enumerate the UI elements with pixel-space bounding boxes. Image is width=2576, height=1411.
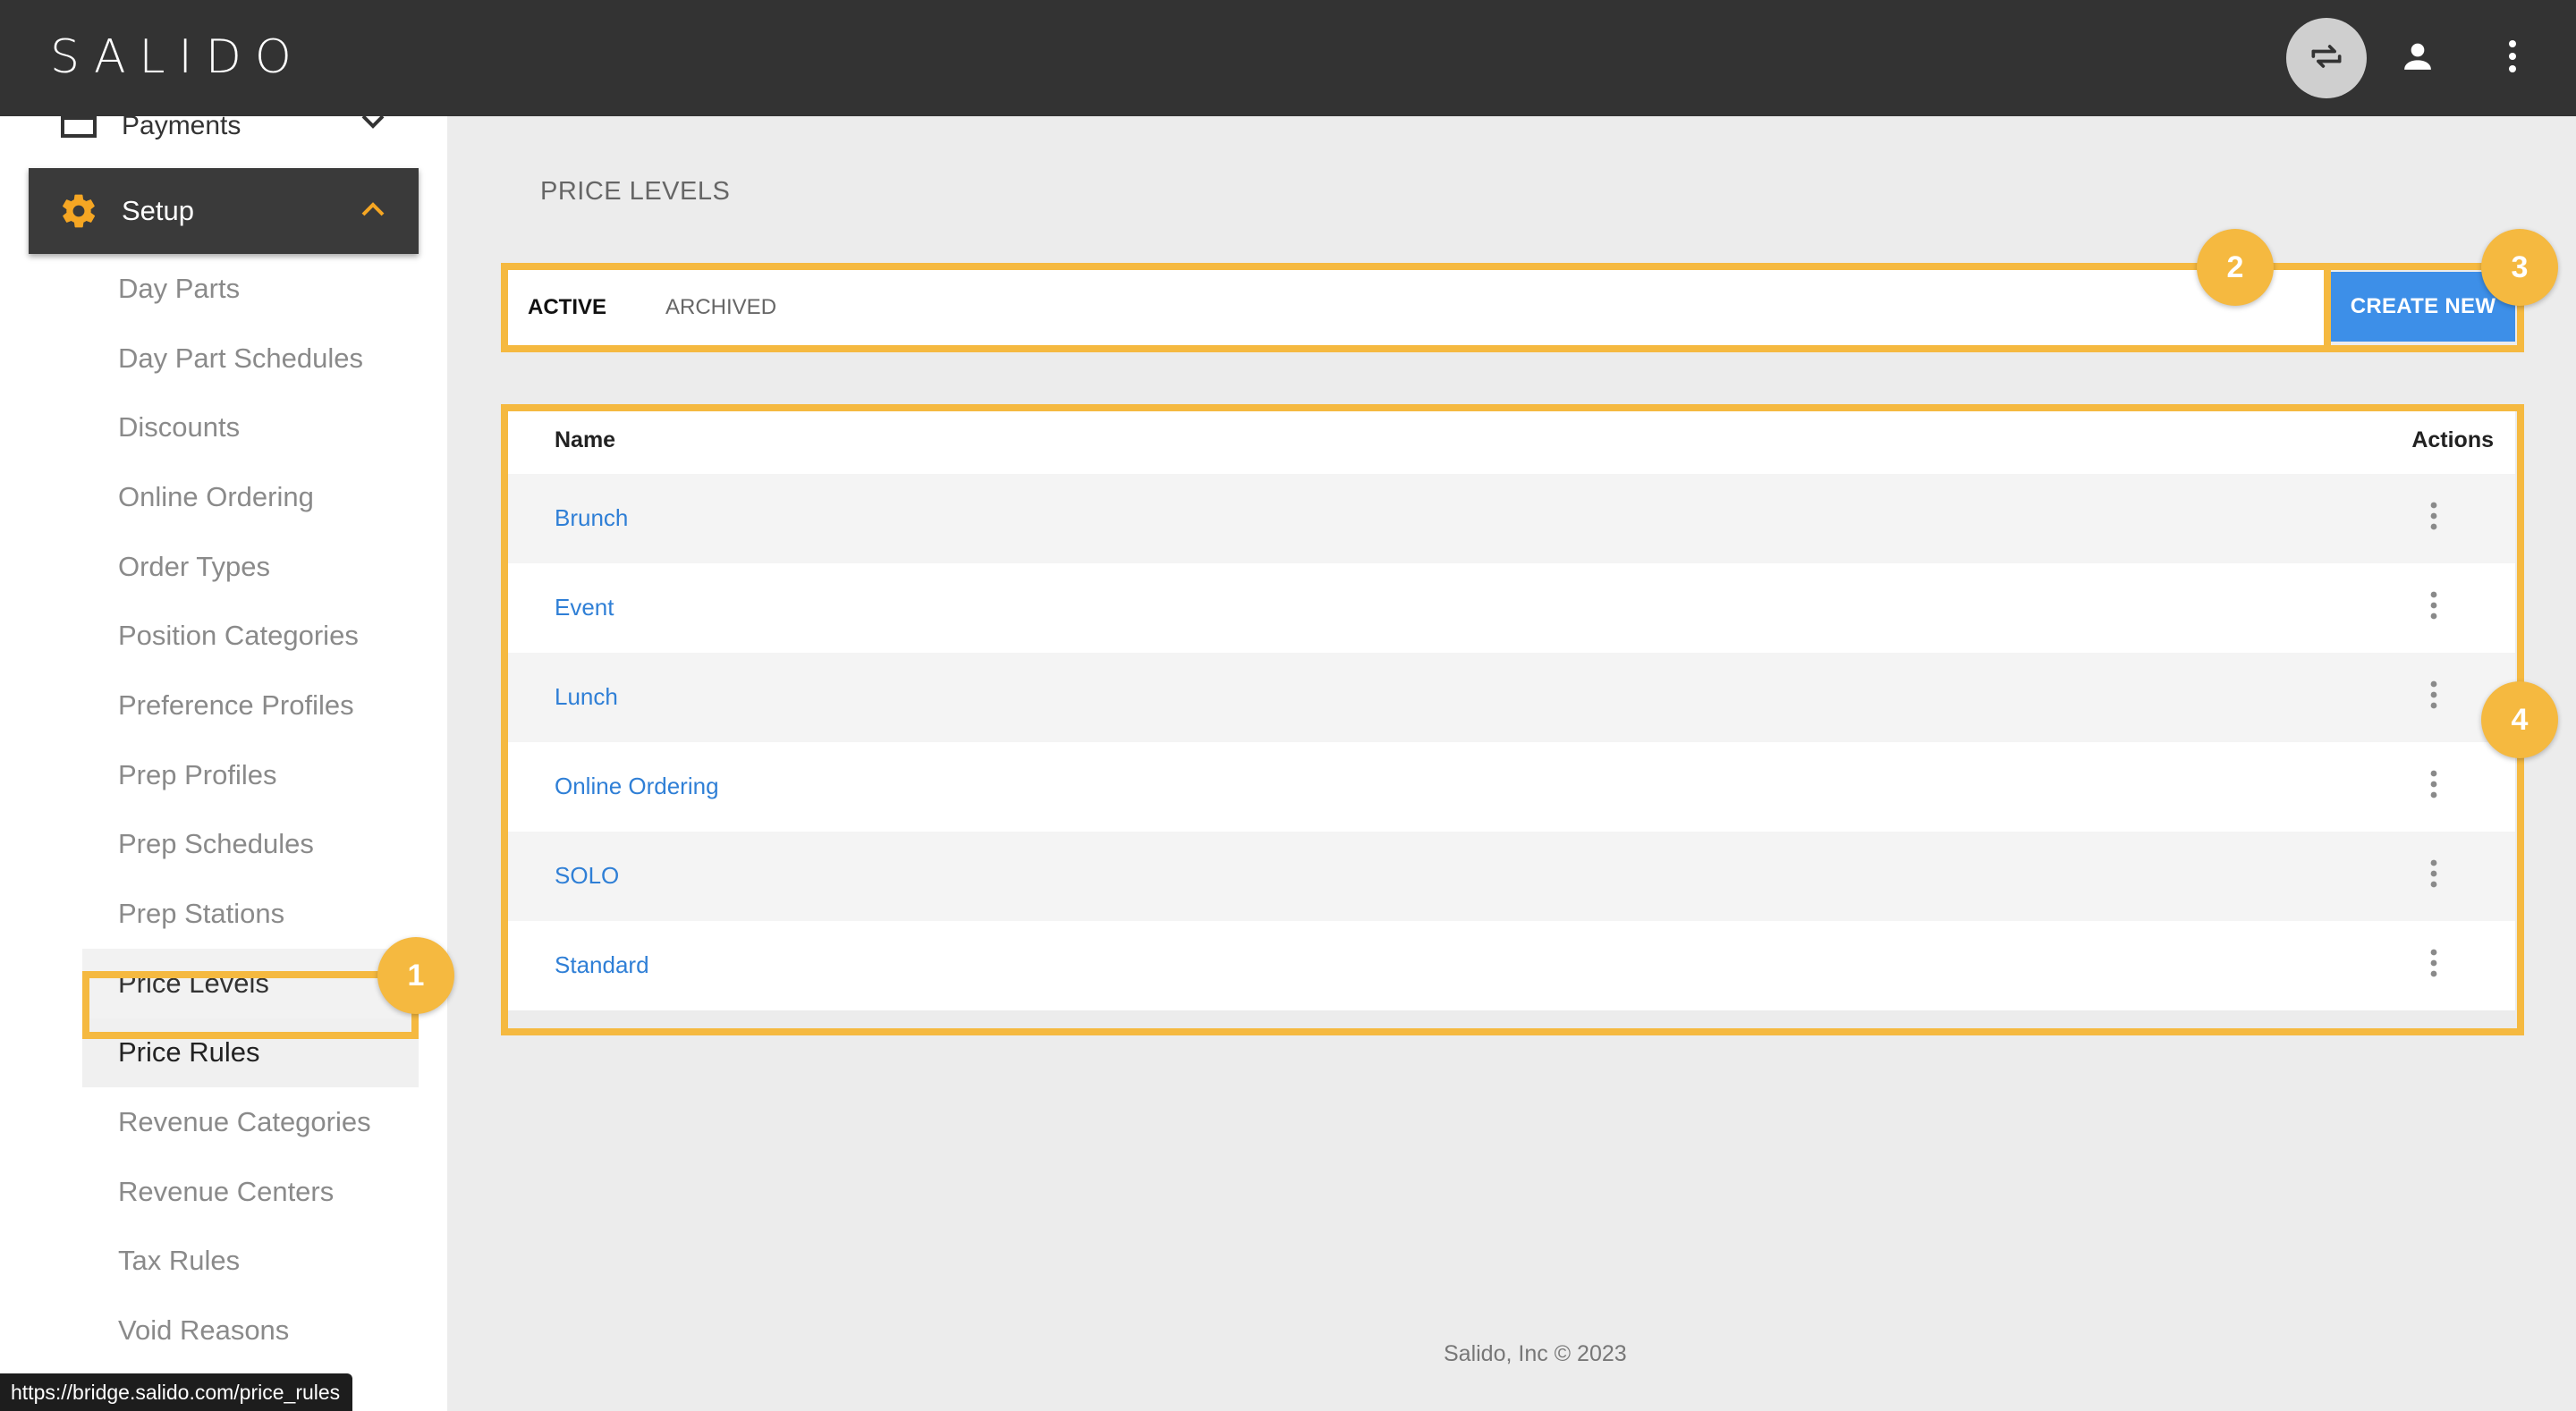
sidebar-item-tax-rules[interactable]: Tax Rules	[82, 1227, 419, 1297]
table-row: SOLO	[508, 832, 2515, 921]
tabs-bar: ACTIVE ARCHIVED	[508, 270, 2324, 345]
account-button[interactable]	[2377, 18, 2458, 98]
sidebar-item-day-parts[interactable]: Day Parts	[82, 254, 419, 324]
status-bar-url: https://bridge.salido.com/price_rules	[0, 1373, 353, 1411]
setup-submenu: Day Parts Day Part Schedules Discounts O…	[82, 254, 419, 1365]
table-row: Brunch	[508, 474, 2515, 563]
sidebar-item-discounts[interactable]: Discounts	[82, 393, 419, 462]
table-row: Online Ordering	[508, 742, 2515, 832]
sidebar-item-order-types[interactable]: Order Types	[82, 532, 419, 602]
sidebar-item-preference-profiles[interactable]: Preference Profiles	[82, 671, 419, 740]
price-level-link[interactable]: Event	[555, 594, 614, 621]
sidebar-item-revenue-categories[interactable]: Revenue Categories	[82, 1087, 419, 1157]
salido-logo[interactable]: SALIDO	[50, 30, 305, 84]
sidebar-item-payments[interactable]: Payments	[29, 116, 419, 166]
sidebar-item-prep-profiles[interactable]: Prep Profiles	[82, 740, 419, 810]
sidebar-item-void-reasons[interactable]: Void Reasons	[82, 1296, 419, 1365]
sidebar-item-price-rules[interactable]: Price Rules	[82, 1018, 419, 1088]
sidebar-item-prep-schedules[interactable]: Prep Schedules	[82, 810, 419, 880]
column-header-actions: Actions	[2411, 427, 2494, 452]
sidebar-item-online-ordering[interactable]: Online Ordering	[82, 462, 419, 532]
swap-icon	[2307, 37, 2346, 80]
annotation-badge-4: 4	[2481, 681, 2558, 758]
more-vert-icon[interactable]	[2429, 948, 2438, 983]
annotation-badge-2: 2	[2197, 229, 2274, 306]
table-row: Event	[508, 563, 2515, 653]
footer-copyright: Salido, Inc © 2023	[1444, 1341, 1627, 1366]
price-level-link[interactable]: Lunch	[555, 683, 618, 711]
more-vert-icon[interactable]	[2429, 680, 2438, 714]
gear-icon	[59, 191, 98, 235]
payments-icon	[61, 116, 97, 144]
sidebar-item-prep-stations[interactable]: Prep Stations	[82, 879, 419, 949]
sidebar-item-price-levels[interactable]: Price Levels	[82, 948, 419, 1018]
table-row: Standard	[508, 921, 2515, 1010]
sidebar-item-position-categories[interactable]: Position Categories	[82, 601, 419, 671]
table-body: Brunch Event Lunch Online Ordering SOLO …	[508, 474, 2515, 1010]
more-vert-icon[interactable]	[2429, 858, 2438, 893]
sidebar: Payments Setup Day Parts Day Part Schedu…	[0, 116, 447, 1411]
table-row: Lunch	[508, 653, 2515, 742]
page-title: PRICE LEVELS	[540, 177, 731, 206]
sidebar-item-setup[interactable]: Setup	[29, 168, 419, 254]
chevron-up-icon	[360, 199, 386, 224]
tab-active[interactable]: ACTIVE	[528, 295, 606, 320]
more-vert-icon	[2507, 38, 2518, 79]
annotation-badge-1: 1	[377, 937, 454, 1014]
price-level-link[interactable]: Standard	[555, 951, 649, 979]
more-vert-icon[interactable]	[2429, 501, 2438, 536]
price-level-link[interactable]: SOLO	[555, 862, 619, 890]
user-icon	[2399, 38, 2436, 80]
more-options-button[interactable]	[2472, 18, 2553, 98]
column-header-name[interactable]: Name	[555, 427, 615, 453]
price-levels-table: Name Actions Brunch Event Lunch Online O…	[508, 411, 2515, 1010]
more-vert-icon[interactable]	[2429, 590, 2438, 625]
table-header: Name Actions	[508, 411, 2515, 474]
sidebar-item-revenue-centers[interactable]: Revenue Centers	[82, 1157, 419, 1227]
sidebar-item-label: Setup	[122, 195, 195, 226]
chevron-down-icon	[360, 116, 386, 137]
sidebar-item-label: Payments	[122, 116, 242, 140]
more-vert-icon[interactable]	[2429, 769, 2438, 804]
tab-archived[interactable]: ARCHIVED	[665, 295, 776, 320]
price-level-link[interactable]: Brunch	[555, 504, 628, 532]
price-level-link[interactable]: Online Ordering	[555, 773, 719, 800]
top-app-bar: SALIDO	[0, 0, 2576, 116]
sidebar-item-day-part-schedules[interactable]: Day Part Schedules	[82, 324, 419, 393]
switch-location-button[interactable]	[2286, 18, 2367, 98]
annotation-badge-3: 3	[2481, 229, 2558, 306]
